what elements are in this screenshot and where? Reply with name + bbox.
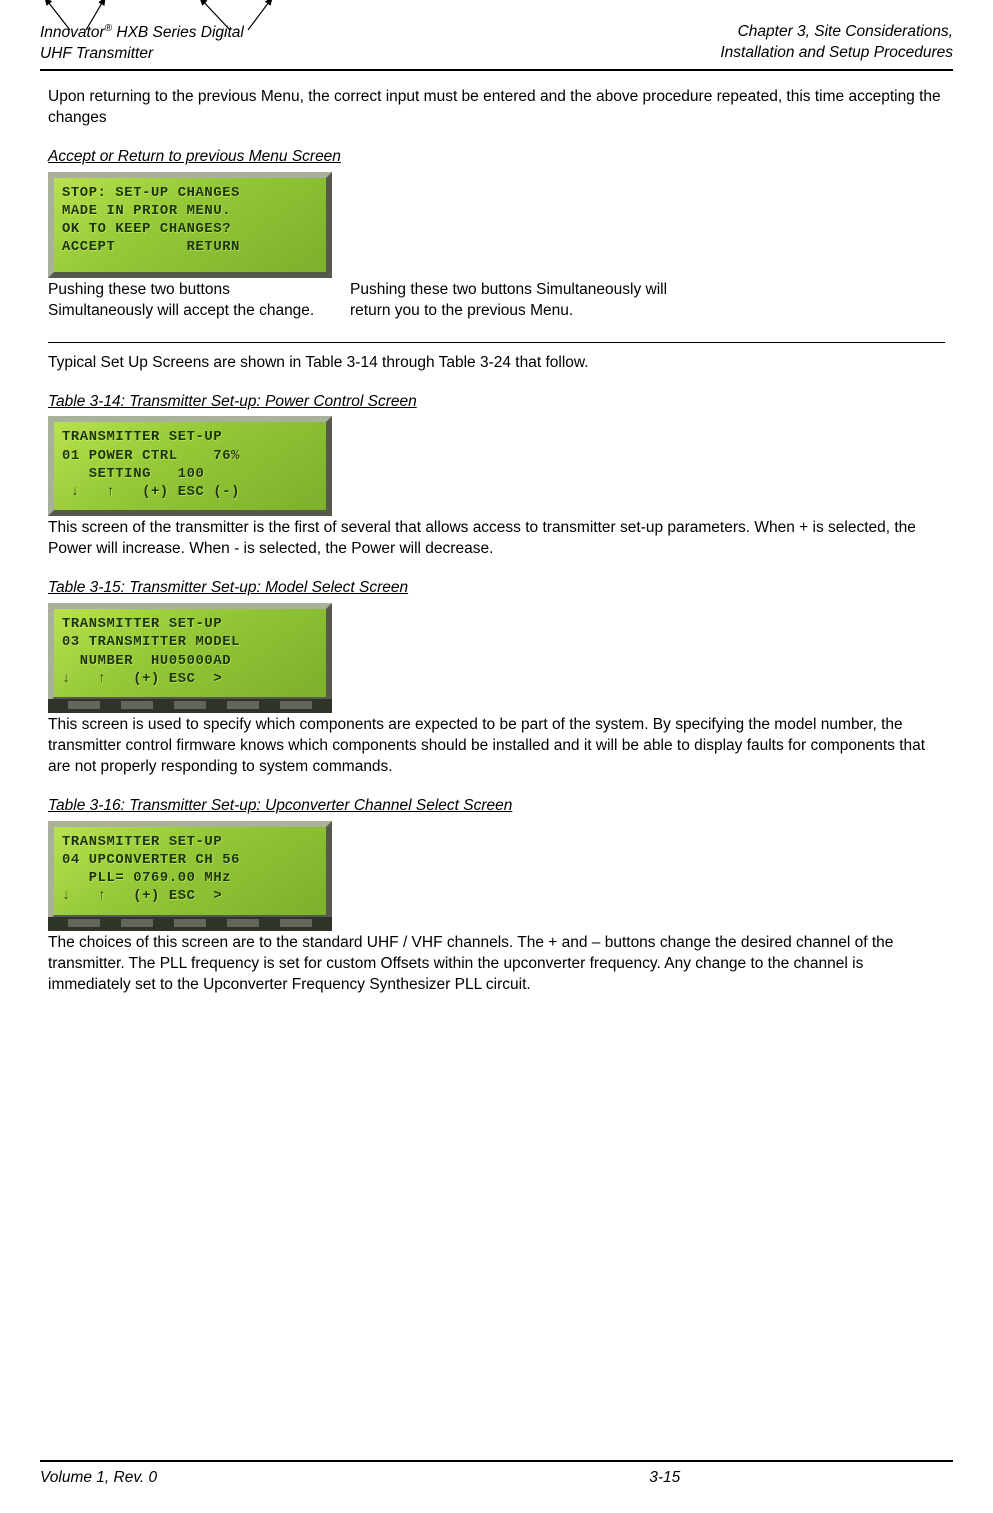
lcd-photo-accept: STOP: SET-UP CHANGES MADE IN PRIOR MENU.…	[48, 172, 945, 278]
header-divider	[40, 69, 953, 71]
table-16-desc: The choices of this screen are to the st…	[48, 933, 945, 996]
table-15-caption: Table 3-15: Transmitter Set-up: Model Se…	[48, 578, 945, 599]
lcd1-line2: MADE IN PRIOR MENU.	[62, 203, 231, 219]
t16-l2: 04 UPCONVERTER CH 56	[62, 852, 240, 868]
annotation-row: Pushing these two buttons Simultaneously…	[48, 280, 945, 322]
button-nub	[280, 919, 312, 927]
footer-page-number: 3-15	[377, 1468, 954, 1489]
t14-l3: SETTING 100	[62, 466, 204, 482]
t14-l4: ↓ ↑ (+) ESC (-)	[62, 484, 240, 500]
annotation-arrows	[0, 0, 310, 34]
button-nub	[68, 919, 100, 927]
t15-l4: ↓ ↑ (+) ESC >	[62, 671, 222, 687]
chapter-title-1: Chapter 3, Site Considerations,	[738, 23, 953, 40]
header-subtitle: UHF Transmitter	[40, 45, 153, 62]
table-14-caption: Table 3-14: Transmitter Set-up: Power Co…	[48, 392, 945, 413]
section-divider	[48, 342, 945, 343]
annotation-right: Pushing these two buttons Simultaneously…	[350, 280, 670, 322]
button-nub	[174, 919, 206, 927]
button-nub	[68, 701, 100, 709]
table-14-desc: This screen of the transmitter is the fi…	[48, 518, 945, 560]
page-footer: Volume 1, Rev. 0 3-15	[40, 1460, 953, 1489]
button-row-16	[48, 917, 332, 931]
t16-l1: TRANSMITTER SET-UP	[62, 834, 222, 850]
button-nub	[121, 919, 153, 927]
t15-l2: 03 TRANSMITTER MODEL	[62, 634, 240, 650]
lcd-photo-14: TRANSMITTER SET-UP 01 POWER CTRL 76% SET…	[48, 416, 945, 516]
t16-l3: PLL= 0769.00 MHz	[62, 870, 231, 886]
table-15-desc: This screen is used to specify which com…	[48, 715, 945, 778]
button-nub	[174, 701, 206, 709]
lcd-photo-15: TRANSMITTER SET-UP 03 TRANSMITTER MODEL …	[48, 603, 945, 713]
button-nub	[227, 701, 259, 709]
button-nub	[280, 701, 312, 709]
accept-caption: Accept or Return to previous Menu Screen	[48, 147, 945, 168]
lcd1-line4: ACCEPT RETURN	[62, 239, 240, 255]
footer-divider	[40, 1460, 953, 1462]
lcd-display-14: TRANSMITTER SET-UP 01 POWER CTRL 76% SET…	[48, 416, 332, 516]
t14-l1: TRANSMITTER SET-UP	[62, 429, 222, 445]
lcd1-line1: STOP: SET-UP CHANGES	[62, 185, 240, 201]
t16-l4: ↓ ↑ (+) ESC >	[62, 888, 222, 904]
chapter-title-2: Installation and Setup Procedures	[720, 44, 953, 61]
table-16-caption: Table 3-16: Transmitter Set-up: Upconver…	[48, 796, 945, 817]
t14-l2: 01 POWER CTRL 76%	[62, 448, 240, 464]
button-nub	[121, 701, 153, 709]
lcd-display-16: TRANSMITTER SET-UP 04 UPCONVERTER CH 56 …	[48, 821, 332, 921]
button-nub	[227, 919, 259, 927]
lcd-display-1: STOP: SET-UP CHANGES MADE IN PRIOR MENU.…	[48, 172, 332, 278]
typical-paragraph: Typical Set Up Screens are shown in Tabl…	[48, 353, 945, 374]
lcd-display-15: TRANSMITTER SET-UP 03 TRANSMITTER MODEL …	[48, 603, 332, 703]
button-row-15	[48, 699, 332, 713]
lcd1-line3: OK TO KEEP CHANGES?	[62, 221, 231, 237]
intro-paragraph: Upon returning to the previous Menu, the…	[48, 87, 945, 129]
lcd-photo-16: TRANSMITTER SET-UP 04 UPCONVERTER CH 56 …	[48, 821, 945, 931]
t15-l3: NUMBER HU05000AD	[62, 653, 231, 669]
t15-l1: TRANSMITTER SET-UP	[62, 616, 222, 632]
annotation-left: Pushing these two buttons Simultaneously…	[48, 280, 326, 322]
header-right: Chapter 3, Site Considerations, Installa…	[720, 22, 953, 65]
